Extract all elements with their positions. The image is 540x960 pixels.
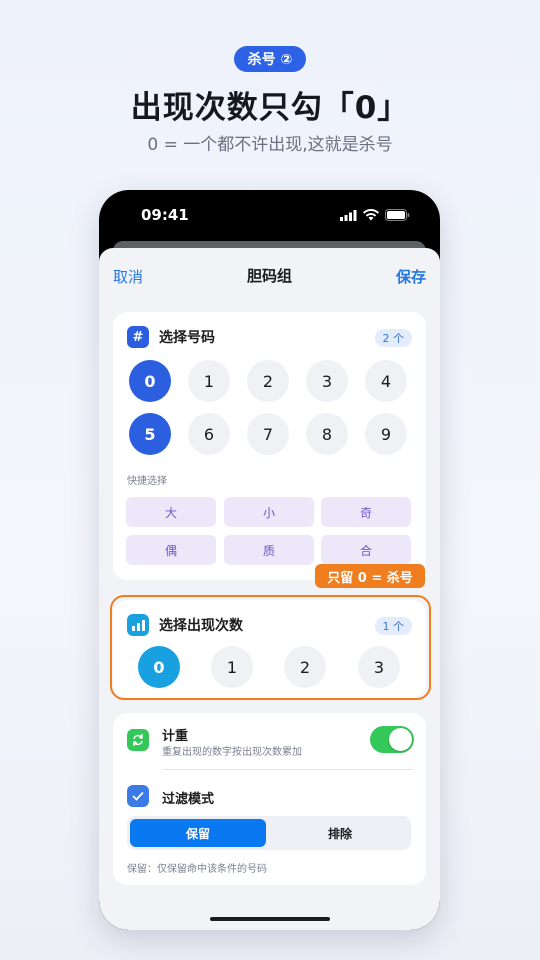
bottom-sheet: 取消 胆码组 保存 # 选择号码 2 个 0 1 2 3 4 5 6 7 8 9 — [99, 248, 440, 930]
home-indicator — [210, 917, 330, 921]
filter-mode-title: 过滤模式 — [162, 792, 215, 807]
subheadline: 0 = 一个都不许出现,这就是杀号 — [147, 135, 393, 155]
wifi-icon — [363, 209, 379, 221]
check-icon — [127, 785, 149, 807]
battery-icon — [385, 209, 410, 221]
status-time: 09:41 — [141, 206, 189, 224]
sheet-title: 胆码组 — [246, 267, 292, 285]
occurrence-3[interactable]: 3 — [358, 646, 400, 688]
number-select-card: # 选择号码 2 个 0 1 2 3 4 5 6 7 8 9 快捷选择 大 小 … — [113, 312, 426, 580]
toggle-knob — [389, 728, 412, 751]
number-card-header: # 选择号码 — [127, 326, 215, 348]
number-7[interactable]: 7 — [247, 413, 289, 455]
quick-odd-button[interactable]: 奇 — [321, 497, 411, 527]
number-6[interactable]: 6 — [188, 413, 230, 455]
filter-mode-segmented: 保留 排除 — [127, 816, 411, 850]
number-0[interactable]: 0 — [129, 360, 171, 402]
quick-composite-button[interactable]: 合 — [321, 535, 411, 565]
headline: 出现次数只勾「0」 — [130, 90, 410, 126]
occurrence-card-title: 选择出现次数 — [159, 618, 243, 634]
number-card-title: 选择号码 — [159, 330, 215, 346]
signal-icon — [340, 209, 357, 221]
number-4[interactable]: 4 — [365, 360, 407, 402]
occurrence-1[interactable]: 1 — [211, 646, 253, 688]
number-2[interactable]: 2 — [247, 360, 289, 402]
occurrence-card-header: 选择出现次数 — [127, 614, 243, 636]
occurrence-0[interactable]: 0 — [138, 646, 180, 688]
number-count-badge: 2 个 — [374, 329, 412, 347]
occurrence-count-badge: 1 个 — [374, 617, 412, 635]
occurrence-2[interactable]: 2 — [284, 646, 326, 688]
quick-small-button[interactable]: 小 — [224, 497, 314, 527]
status-icons — [340, 209, 410, 221]
quick-select-label: 快捷选择 — [127, 476, 167, 487]
filter-keep-option[interactable]: 保留 — [130, 819, 266, 847]
filter-exclude-option[interactable]: 排除 — [272, 819, 408, 847]
divider — [162, 769, 414, 770]
occurrence-select-card: 选择出现次数 1 个 0 1 2 3 — [113, 600, 426, 698]
save-button[interactable]: 保存 — [396, 266, 426, 287]
cancel-button[interactable]: 取消 — [113, 266, 143, 287]
callout-label: 只留 0 = 杀号 — [315, 564, 425, 588]
phone-frame: 09:41 取消 胆码组 保存 # 选择号码 2 个 0 1 2 3 4 5 6… — [99, 190, 440, 930]
nav-bar: 取消 胆码组 保存 — [99, 248, 440, 298]
weight-subtitle: 重复出现的数字按出现次数累加 — [162, 747, 302, 758]
status-bar: 09:41 — [99, 190, 440, 240]
bar-chart-icon — [127, 614, 149, 636]
hash-icon: # — [127, 326, 149, 348]
weight-title: 计重 — [162, 729, 189, 744]
step-badge: 杀号 ② — [234, 46, 306, 72]
number-9[interactable]: 9 — [365, 413, 407, 455]
settings-card: 计重 重复出现的数字按出现次数累加 过滤模式 保留 排除 保留：仅保留命中该条件… — [113, 713, 426, 885]
repeat-icon — [127, 729, 149, 751]
quick-big-button[interactable]: 大 — [126, 497, 216, 527]
number-3[interactable]: 3 — [306, 360, 348, 402]
number-1[interactable]: 1 — [188, 360, 230, 402]
weight-toggle[interactable] — [370, 726, 414, 753]
quick-even-button[interactable]: 偶 — [126, 535, 216, 565]
filter-footnote: 保留：仅保留命中该条件的号码 — [127, 864, 267, 875]
number-5[interactable]: 5 — [129, 413, 171, 455]
quick-prime-button[interactable]: 质 — [224, 535, 314, 565]
number-8[interactable]: 8 — [306, 413, 348, 455]
